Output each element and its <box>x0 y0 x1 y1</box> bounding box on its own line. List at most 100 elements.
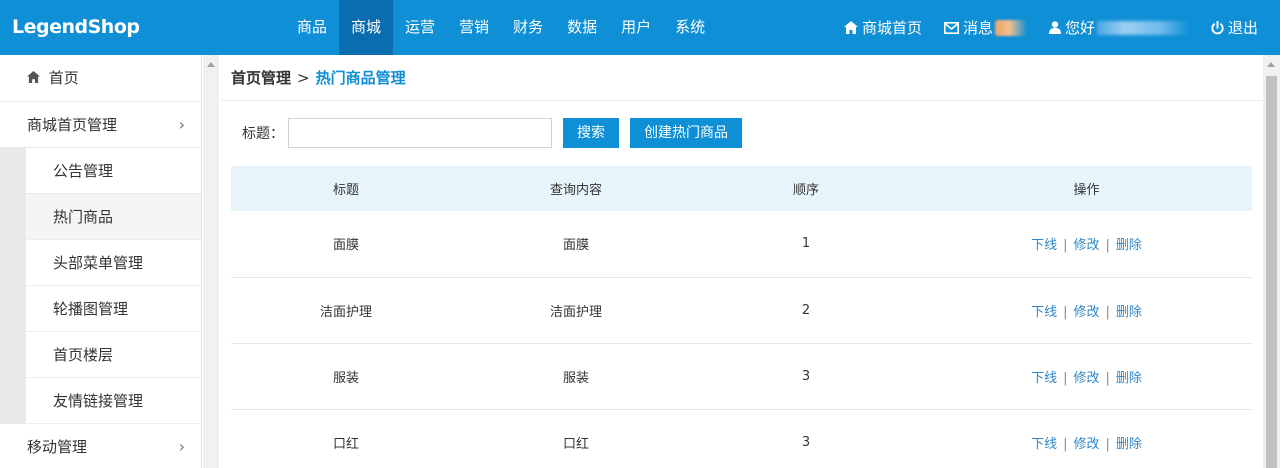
nav-item-mall[interactable]: 商城 <box>339 0 394 55</box>
column-header-order: 顺序 <box>792 183 819 198</box>
logout-label: 退出 <box>1227 19 1258 37</box>
column-header-actions: 操作 <box>1073 183 1100 198</box>
sidebar-item-announcements[interactable]: 公告管理 <box>26 148 201 194</box>
delete-link[interactable]: 删除 <box>1116 437 1142 452</box>
cell-actions: 下线 | 修改 | 删除 <box>921 409 1252 468</box>
nav-item-system[interactable]: 系统 <box>663 0 717 55</box>
nav-item-users[interactable]: 用户 <box>609 0 663 55</box>
home-icon <box>843 21 858 34</box>
cell-query: 口红 <box>562 436 589 452</box>
cell-order: 3 <box>801 368 811 384</box>
cell-title: 服装 <box>332 370 359 386</box>
top-bar: LegendShop 商品 商城 运营 营销 财务 数据 用户 系统 商城首页 … <box>0 0 1280 55</box>
username-redacted <box>1096 20 1189 35</box>
sidebar-item-header-menu[interactable]: 头部菜单管理 <box>26 240 201 286</box>
cell-title: 口红 <box>332 436 359 452</box>
logo[interactable]: LegendShop <box>12 0 140 55</box>
table-row: 面膜 面膜 1 下线 | 修改 | 删除 <box>231 211 1252 277</box>
action-separator: | <box>1063 304 1068 320</box>
table-header-row: 标题 查询内容 顺序 操作 <box>231 166 1252 211</box>
mall-home-link[interactable]: 商城首页 <box>843 17 922 38</box>
offline-link[interactable]: 下线 <box>1031 371 1057 386</box>
breadcrumb-current: 热门商品管理 <box>315 69 406 87</box>
main-content: 首页管理 > 热门商品管理 标题： 搜索 创建热门商品 标题 查询内容 顺序 操作 … <box>220 55 1263 468</box>
action-separator: | <box>1063 370 1068 386</box>
cell-query: 洁面护理 <box>549 304 602 320</box>
cell-actions: 下线 | 修改 | 删除 <box>921 211 1252 277</box>
column-header-query: 查询内容 <box>549 183 602 198</box>
nav-item-operations[interactable]: 运营 <box>393 0 447 55</box>
action-separator: | <box>1063 238 1068 254</box>
cell-order: 2 <box>801 302 811 318</box>
power-icon <box>1211 20 1224 34</box>
table-row: 洁面护理 洁面护理 2 下线 | 修改 | 删除 <box>231 277 1252 343</box>
cell-actions: 下线 | 修改 | 删除 <box>921 277 1252 343</box>
sidebar-item-hot-products[interactable]: 热门商品 <box>26 194 201 240</box>
cell-query: 服装 <box>562 370 589 386</box>
offline-link[interactable]: 下线 <box>1031 238 1057 253</box>
mall-home-label: 商城首页 <box>861 19 922 37</box>
edit-link[interactable]: 修改 <box>1073 305 1099 320</box>
action-separator: | <box>1105 304 1110 320</box>
edit-link[interactable]: 修改 <box>1073 437 1099 452</box>
sidebar-item-home[interactable]: 首页 <box>0 55 201 102</box>
messages-label: 消息 <box>962 19 993 37</box>
table-row: 服装 服装 3 下线 | 修改 | 删除 <box>231 343 1252 409</box>
search-form: 标题： 搜索 创建热门商品 <box>242 118 742 148</box>
cell-title: 面膜 <box>332 238 359 254</box>
action-separator: | <box>1105 370 1110 386</box>
sidebar-submenu: 公告管理 热门商品 头部菜单管理 轮播图管理 首页楼层 友情链接管理 <box>0 148 201 424</box>
sidebar-item-carousel[interactable]: 轮播图管理 <box>26 286 201 332</box>
action-separator: | <box>1105 436 1110 452</box>
top-right-links: 商城首页 消息 您好 退出 <box>843 0 1280 55</box>
nav-item-marketing[interactable]: 营销 <box>447 0 501 55</box>
create-hot-product-button[interactable]: 创建热门商品 <box>630 118 742 148</box>
message-count-badge-redacted <box>994 19 1027 36</box>
title-filter-label: 标题： <box>242 126 284 142</box>
chevron-right-icon: › <box>178 115 185 134</box>
action-separator: | <box>1063 436 1068 452</box>
delete-link[interactable]: 删除 <box>1116 305 1142 320</box>
sidebar-item-label: 首页 <box>48 69 79 87</box>
nav-item-products[interactable]: 商品 <box>285 0 339 55</box>
user-menu[interactable]: 您好 <box>1048 17 1189 38</box>
breadcrumb-separator: > <box>297 69 310 87</box>
greeting-label: 您好 <box>1064 19 1095 37</box>
breadcrumb: 首页管理 > 热门商品管理 <box>220 55 1263 101</box>
home-icon <box>27 71 40 83</box>
cell-order: 3 <box>801 434 811 450</box>
scroll-up-arrow-icon[interactable] <box>207 62 215 67</box>
logout-link[interactable]: 退出 <box>1211 17 1258 38</box>
search-button[interactable]: 搜索 <box>563 118 619 148</box>
messages-link[interactable]: 消息 <box>943 17 1027 38</box>
sidebar-group-mall-home[interactable]: 商城首页管理 › <box>0 102 201 148</box>
edit-link[interactable]: 修改 <box>1073 371 1099 386</box>
action-separator: | <box>1105 238 1110 254</box>
sidebar-group-label: 商城首页管理 <box>27 116 118 134</box>
sidebar-item-friend-links[interactable]: 友情链接管理 <box>26 378 201 424</box>
sidebar: 首页 商城首页管理 › 公告管理 热门商品 头部菜单管理 轮播图管理 首页楼层 … <box>0 55 202 468</box>
hot-products-table: 标题 查询内容 顺序 操作 面膜 面膜 1 下线 | 修改 | 删除 洁面护理 <box>231 166 1252 468</box>
user-icon <box>1048 21 1061 34</box>
chevron-right-icon: › <box>178 437 185 456</box>
delete-link[interactable]: 删除 <box>1116 371 1142 386</box>
sidebar-scrollbar[interactable] <box>203 55 219 468</box>
cell-title: 洁面护理 <box>319 304 372 320</box>
cell-order: 1 <box>801 236 811 252</box>
nav-item-finance[interactable]: 财务 <box>501 0 555 55</box>
column-header-title: 标题 <box>332 183 359 198</box>
offline-link[interactable]: 下线 <box>1031 437 1057 452</box>
cell-actions: 下线 | 修改 | 删除 <box>921 343 1252 409</box>
breadcrumb-parent[interactable]: 首页管理 <box>231 69 291 87</box>
offline-link[interactable]: 下线 <box>1031 305 1057 320</box>
scroll-up-arrow-icon[interactable] <box>1267 62 1275 67</box>
scrollbar-thumb[interactable] <box>1266 76 1277 468</box>
sidebar-item-home-floors[interactable]: 首页楼层 <box>26 332 201 378</box>
edit-link[interactable]: 修改 <box>1073 238 1099 253</box>
content-scrollbar[interactable] <box>1263 55 1280 468</box>
sidebar-group-mobile[interactable]: 移动管理 › <box>0 424 201 468</box>
title-search-input[interactable] <box>288 118 552 148</box>
delete-link[interactable]: 删除 <box>1116 238 1142 253</box>
nav-item-data[interactable]: 数据 <box>555 0 609 55</box>
envelope-icon <box>943 21 959 34</box>
